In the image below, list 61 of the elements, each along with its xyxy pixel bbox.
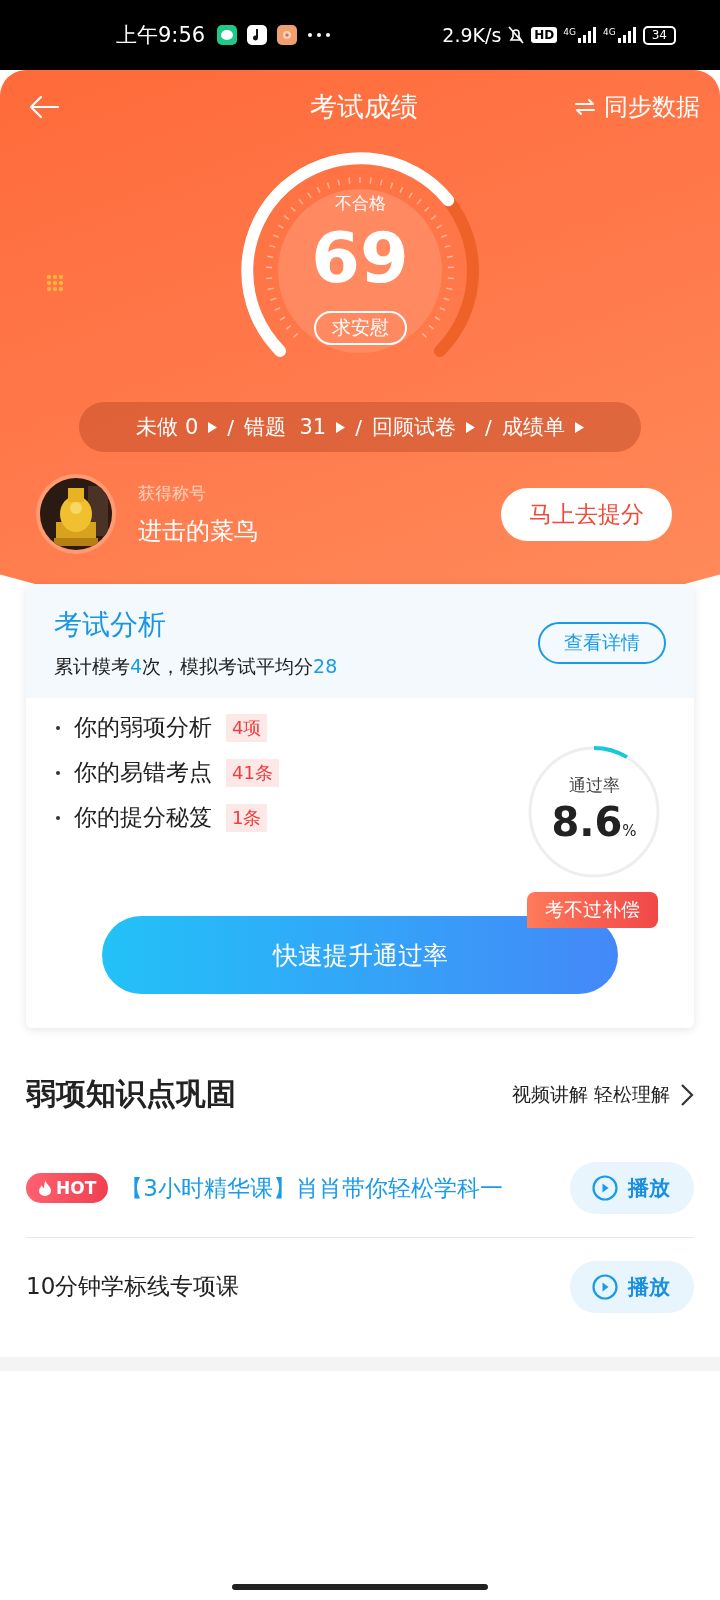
pass-rate-value: 8.6: [551, 799, 623, 845]
network-type: 4G: [603, 27, 616, 37]
stat-link[interactable]: 回顾试卷: [371, 413, 475, 441]
count-tag: 4项: [226, 713, 268, 742]
chat-app-icon: [217, 25, 238, 45]
dots-decoration-icon: [46, 274, 64, 292]
comfort-button[interactable]: 求安慰: [313, 311, 407, 345]
separator-slash: /: [355, 415, 362, 439]
triangle-right-icon: [208, 421, 218, 433]
analysis-item[interactable]: 你的弱项分析: [74, 712, 212, 743]
count-tag: 1条: [226, 803, 268, 832]
video-explain-link[interactable]: 视频讲解 轻松理解: [511, 1081, 694, 1108]
battery-level: 34: [642, 25, 676, 45]
score-value: 69: [311, 216, 409, 301]
score-verdict: 不合格: [334, 192, 386, 215]
network-speed: 2.9K/s: [442, 24, 502, 46]
section-title: 弱项知识点巩固: [26, 1075, 236, 1113]
flower-app-icon: [277, 25, 298, 45]
percent-unit: %: [622, 822, 637, 840]
card-title: 考试分析: [54, 607, 167, 643]
network-type: 4G: [563, 27, 576, 37]
back-button[interactable]: [28, 95, 60, 119]
view-details-button[interactable]: 查看详情: [538, 622, 666, 664]
more-dots-icon: [307, 32, 332, 38]
hot-badge: HOT: [26, 1173, 109, 1203]
play-button[interactable]: 播放: [570, 1260, 694, 1313]
sync-data-button[interactable]: 同步数据: [574, 91, 700, 123]
separator-slash: /: [484, 415, 492, 439]
page-title: 考试成绩: [310, 90, 418, 124]
triangle-right-icon: [574, 421, 584, 433]
play-icon: [592, 1175, 618, 1201]
pass-rate-label: 通过率: [567, 774, 621, 797]
honor-name: 进击的菜鸟: [138, 515, 259, 547]
summary-text: 累计模考4次，模拟考试平均分28: [54, 654, 338, 679]
course-title[interactable]: 10分钟学标线专项课: [26, 1271, 240, 1302]
triangle-right-icon: [336, 421, 346, 433]
boost-score-button[interactable]: 马上去提分: [501, 487, 672, 541]
stat-link[interactable]: 成绩单: [501, 413, 584, 441]
signal-icon: [616, 27, 637, 43]
bullet-dot: [56, 770, 60, 775]
clock-time: 上午9:56: [116, 22, 206, 49]
count-tag: 41条: [226, 758, 279, 787]
separator-slash: /: [227, 415, 235, 439]
hd-badge: HD: [531, 27, 558, 43]
play-button[interactable]: 播放: [570, 1162, 694, 1214]
chevron-right-icon: [680, 1082, 694, 1107]
course-title[interactable]: 【3小时精华课】肖肖带你轻松学科一: [120, 1172, 503, 1204]
bell-muted-icon: [507, 25, 526, 45]
analysis-item[interactable]: 你的易错考点: [74, 757, 212, 788]
bullet-dot: [56, 815, 60, 820]
triangle-right-icon: [465, 421, 475, 433]
music-note-icon: [247, 25, 268, 45]
stat-link[interactable]: 错题 31: [244, 413, 346, 441]
play-icon: [592, 1273, 618, 1300]
stat-link[interactable]: 未做 0: [136, 413, 218, 441]
compensation-badge: 考不过补偿: [527, 892, 658, 928]
honor-label: 获得称号: [138, 481, 207, 505]
bullet-dot: [56, 725, 60, 730]
analysis-item[interactable]: 你的提分秘笈: [74, 802, 212, 833]
signal-icon: [577, 27, 597, 43]
swap-arrows-icon: [574, 98, 596, 116]
